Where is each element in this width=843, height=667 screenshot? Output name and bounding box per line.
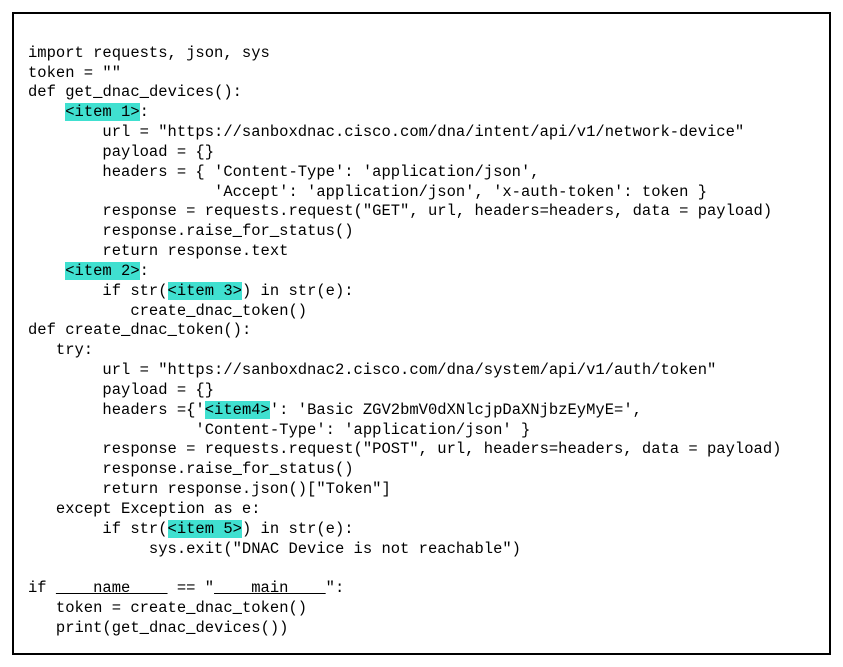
code-line: create_dnac_token() (28, 302, 307, 320)
code-line: sys.exit("DNAC Device is not reachable") (28, 540, 521, 558)
code-line: response = requests.request("POST", url,… (28, 440, 781, 458)
placeholder-item5: <item 5> (168, 520, 242, 538)
code-line: 'Accept': 'application/json', 'x-auth-to… (28, 183, 707, 201)
code-line: import requests, json, sys (28, 44, 270, 62)
code-line: print(get_dnac_devices()) (28, 619, 288, 637)
code-line: response.raise_for_status() (28, 222, 354, 240)
code-line: token = "" (28, 64, 121, 82)
code-line: return response.json()["Token"] (28, 480, 391, 498)
code-line: if str(<item 5>) in str(e): (28, 520, 354, 538)
placeholder-item1: <item 1> (65, 103, 139, 121)
page-container: import requests, json, sys token = "" de… (0, 0, 843, 667)
placeholder-item3: <item 3> (168, 282, 242, 300)
placeholder-item2: <item 2> (65, 262, 139, 280)
code-line: if str(<item 3>) in str(e): (28, 282, 354, 300)
code-block: import requests, json, sys token = "" de… (12, 12, 831, 655)
code-line: response.raise_for_status() (28, 460, 354, 478)
code-line: response = requests.request("GET", url, … (28, 202, 772, 220)
code-line: return response.text (28, 242, 288, 260)
code-line: headers ={'<item4>': 'Basic ZGV2bmV0dXNl… (28, 401, 642, 419)
code-line: def create_dnac_token(): (28, 321, 251, 339)
code-line: def get_dnac_devices(): (28, 83, 242, 101)
code-line: token = create_dnac_token() (28, 599, 307, 617)
code-line: payload = {} (28, 381, 214, 399)
code-line: except Exception as e: (28, 500, 261, 518)
code-line: url = "https://sanboxdnac.cisco.com/dna/… (28, 123, 744, 141)
code-line: headers = { 'Content-Type': 'application… (28, 163, 540, 181)
code-line: <item 1>: (28, 103, 149, 121)
placeholder-item4: <item4> (205, 401, 270, 419)
code-line: if name == " main ": (28, 579, 344, 597)
code-line: url = "https://sanboxdnac2.cisco.com/dna… (28, 361, 716, 379)
code-line: try: (28, 341, 93, 359)
code-line: payload = {} (28, 143, 214, 161)
code-line: <item 2>: (28, 262, 149, 280)
code-line: 'Content-Type': 'application/json' } (28, 421, 530, 439)
